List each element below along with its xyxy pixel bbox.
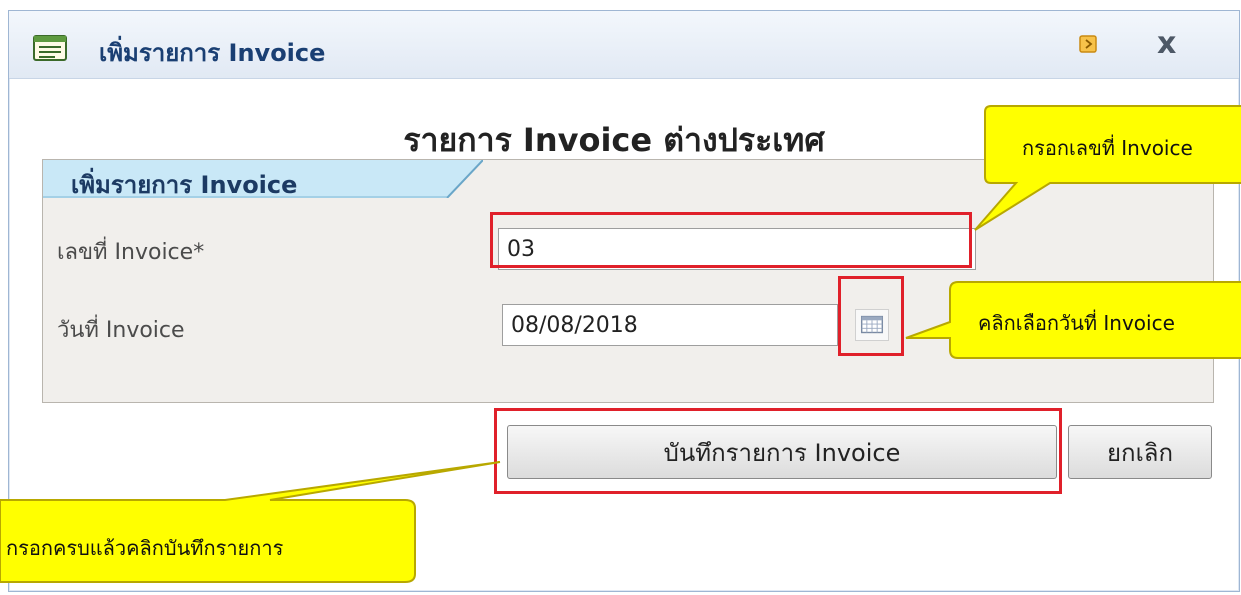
invoice-form-panel: เพิ่มรายการ Invoice เลขที่ Invoice* วันท… xyxy=(42,159,1214,403)
callout-invoice-no-text: กรอกเลขที่ Invoice xyxy=(1022,136,1193,160)
save-button-highlight xyxy=(494,408,1062,494)
callout-invoice-date-text: คลิกเลือกวันที่ Invoice xyxy=(978,311,1175,335)
invoice-dialog: เพิ่มรายการ Invoice x รายการ Invoice ต่า… xyxy=(8,10,1240,592)
callout-save-text: กรอกครบแล้วคลิกบันทึกรายการ xyxy=(6,536,284,560)
close-icon[interactable]: x xyxy=(1157,27,1176,61)
invoice-no-highlight xyxy=(490,212,972,268)
form-icon xyxy=(33,35,67,61)
minimize-icon[interactable] xyxy=(1079,35,1097,53)
invoice-no-label: เลขที่ Invoice* xyxy=(57,240,205,265)
section-title: เพิ่มรายการ Invoice xyxy=(71,171,298,199)
window-title: เพิ่มรายการ Invoice xyxy=(99,39,326,67)
cancel-button[interactable]: ยกเลิก xyxy=(1068,425,1212,479)
invoice-date-label: วันที่ Invoice xyxy=(57,318,185,343)
invoice-date-input[interactable] xyxy=(502,304,838,346)
calendar-highlight xyxy=(838,276,904,356)
title-bar: เพิ่มรายการ Invoice x xyxy=(9,11,1239,79)
